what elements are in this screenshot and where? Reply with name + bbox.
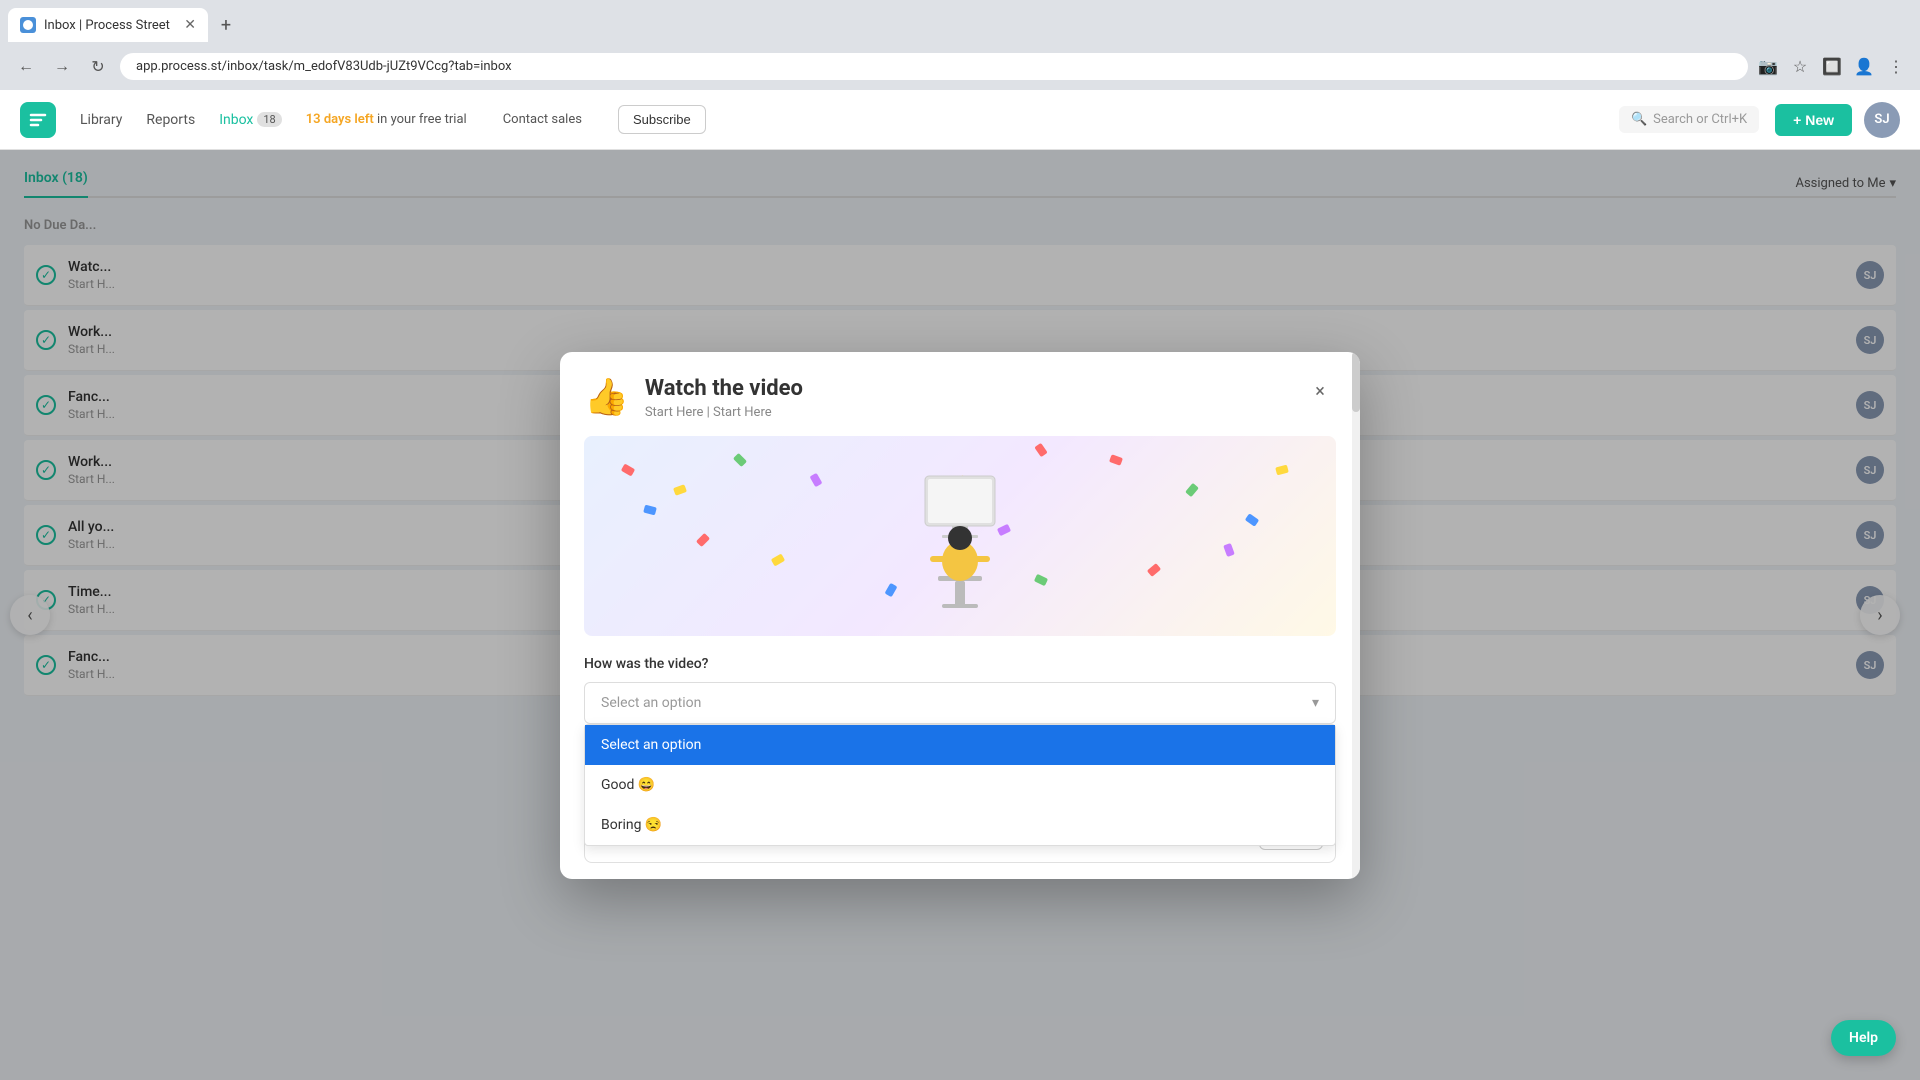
modal: 👍 Watch the video Start Here | Start Her… — [560, 352, 1360, 879]
browser-actions: 📷 ☆ 🔲 👤 ⋮ — [1756, 54, 1908, 78]
dropdown-option-good[interactable]: Good 😄 — [585, 765, 1335, 805]
app-nav: Library Reports Inbox 18 13 days left in… — [80, 105, 1603, 134]
browser-controls: ← → ↻ app.process.st/inbox/task/m_edofV8… — [0, 42, 1920, 90]
modal-scrollbar[interactable] — [1352, 352, 1360, 879]
app-header: Library Reports Inbox 18 13 days left in… — [0, 90, 1920, 150]
search-placeholder-text: Search or Ctrl+K — [1653, 112, 1747, 127]
back-button[interactable]: ← — [12, 52, 40, 80]
dropdown-menu: Select an option Good 😄 Boring 😒 — [584, 724, 1336, 846]
option-label: Boring 😒 — [601, 817, 662, 833]
tab-close-button[interactable]: ✕ — [184, 17, 196, 33]
user-avatar[interactable]: SJ — [1864, 102, 1900, 138]
address-text: app.process.st/inbox/task/m_edofV83Udb-j… — [136, 59, 512, 74]
subscribe-button[interactable]: Subscribe — [618, 105, 706, 134]
reload-button[interactable]: ↻ — [84, 52, 112, 80]
app-logo[interactable] — [20, 102, 56, 138]
select-placeholder: Select an option — [601, 695, 701, 711]
new-tab-button[interactable]: + — [212, 11, 240, 39]
browser-chrome: Inbox | Process Street ✕ + ← → ↻ app.pro… — [0, 0, 1920, 90]
select-box[interactable]: Select an option ▾ — [584, 682, 1336, 724]
main-content: Inbox (18) Assigned to Me ▾ No Due Da...… — [0, 150, 1920, 1080]
dropdown-option-boring[interactable]: Boring 😒 — [585, 805, 1335, 845]
modal-title-area: Watch the video Start Here | Start Here — [645, 376, 1288, 420]
active-tab[interactable]: Inbox | Process Street ✕ — [8, 8, 208, 42]
select-container: Select an option ▾ Select an option Good… — [584, 682, 1336, 724]
new-button[interactable]: + New — [1775, 104, 1852, 136]
option-label: Good 😄 — [601, 777, 655, 793]
modal-header: 👍 Watch the video Start Here | Start Her… — [560, 352, 1360, 436]
modal-close-button[interactable]: × — [1304, 376, 1336, 408]
nav-library[interactable]: Library — [80, 112, 122, 128]
option-label: Select an option — [601, 737, 701, 753]
modal-overlay: 👍 Watch the video Start Here | Start Her… — [0, 150, 1920, 1080]
trial-banner: 13 days left in your free trial — [306, 112, 467, 127]
chevron-down-icon: ▾ — [1312, 695, 1319, 711]
tab-title: Inbox | Process Street — [44, 18, 176, 33]
star-icon[interactable]: ☆ — [1788, 54, 1812, 78]
contact-sales-link[interactable]: Contact sales — [503, 112, 582, 127]
nav-inbox[interactable]: Inbox 18 — [219, 112, 282, 128]
search-bar[interactable]: 🔍 Search or Ctrl+K — [1619, 106, 1759, 133]
menu-icon[interactable]: ⋮ — [1884, 54, 1908, 78]
form-section: How was the video? Select an option ▾ Se… — [560, 636, 1360, 740]
video-area — [584, 436, 1336, 636]
modal-scrollbar-thumb — [1352, 352, 1360, 412]
modal-subtitle: Start Here | Start Here — [645, 405, 1288, 420]
profile-icon[interactable]: 👤 — [1852, 54, 1876, 78]
modal-title: Watch the video — [645, 376, 1288, 401]
question-label: How was the video? — [584, 656, 1336, 672]
camera-icon[interactable]: 📷 — [1756, 54, 1780, 78]
dropdown-option-select[interactable]: Select an option — [585, 725, 1335, 765]
tab-favicon — [20, 17, 36, 33]
address-bar[interactable]: app.process.st/inbox/task/m_edofV83Udb-j… — [120, 53, 1748, 80]
help-button[interactable]: Help — [1831, 1020, 1896, 1056]
modal-icon: 👍 — [584, 376, 629, 418]
extensions-icon[interactable]: 🔲 — [1820, 54, 1844, 78]
tab-bar: Inbox | Process Street ✕ + — [0, 0, 1920, 42]
nav-reports[interactable]: Reports — [146, 112, 195, 128]
forward-button[interactable]: → — [48, 52, 76, 80]
search-icon: 🔍 — [1631, 112, 1647, 127]
inbox-count-badge: 18 — [257, 112, 281, 127]
